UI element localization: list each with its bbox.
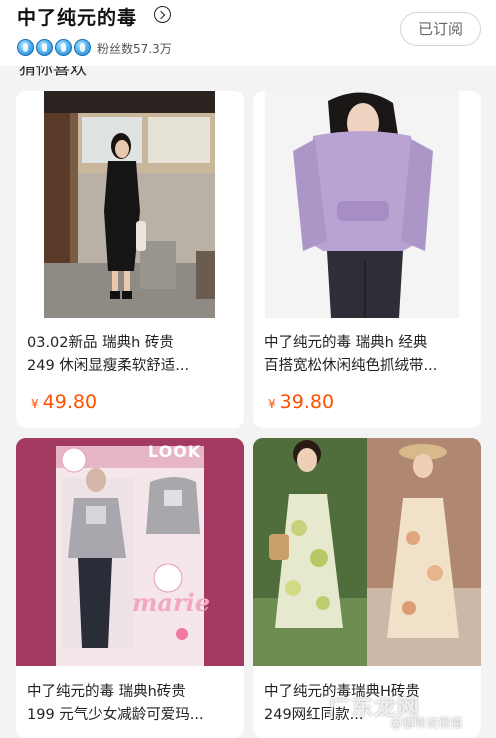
- level-icon: [17, 39, 34, 56]
- product-title: 百搭宽松休闲纯色抓绒带...: [264, 358, 438, 374]
- product-image[interactable]: LOOK marie: [16, 438, 244, 666]
- product-title: 199 元气少女减龄可爱玛...: [27, 707, 204, 723]
- product-card[interactable]: LOOK marie 中了纯元的毒 瑞典h砖贵 199 元气少女减龄可爱玛...: [16, 438, 244, 738]
- product-price: ¥49.80: [31, 391, 98, 413]
- product-image[interactable]: [253, 438, 481, 666]
- chevron-right-icon[interactable]: [154, 6, 171, 23]
- product-image[interactable]: [253, 91, 481, 318]
- product-title: 中了纯元的毒 瑞典h 经典: [264, 335, 428, 351]
- follow-button[interactable]: 已订阅: [400, 12, 481, 46]
- shop-header: 中了纯元的毒 粉丝数57.3万 已订阅: [0, 0, 496, 66]
- product-title: 中了纯元的毒 瑞典h砖贵: [27, 684, 186, 700]
- product-image[interactable]: [16, 91, 244, 318]
- photo-text-look: LOOK: [148, 442, 202, 461]
- product-card[interactable]: 03.02新品 瑞典h 砖贵 249 休闲显瘦柔软舒适... ¥49.80: [16, 91, 244, 428]
- watermark-handle: @猫咪说很懂: [390, 716, 463, 730]
- level-icon: [74, 39, 91, 56]
- fans-count: 粉丝数57.3万: [97, 42, 172, 56]
- level-icon: [36, 39, 53, 56]
- level-icon: [55, 39, 72, 56]
- shop-name[interactable]: 中了纯元的毒: [17, 3, 137, 30]
- product-title: 03.02新品 瑞典h 砖贵: [27, 335, 174, 351]
- product-title: 249 休闲显瘦柔软舒适...: [27, 358, 190, 374]
- product-price: ¥39.80: [268, 391, 335, 413]
- product-card[interactable]: 中了纯元的毒 瑞典h 经典 百搭宽松休闲纯色抓绒带... ¥39.80: [253, 91, 481, 428]
- photo-text-marie: marie: [132, 588, 210, 617]
